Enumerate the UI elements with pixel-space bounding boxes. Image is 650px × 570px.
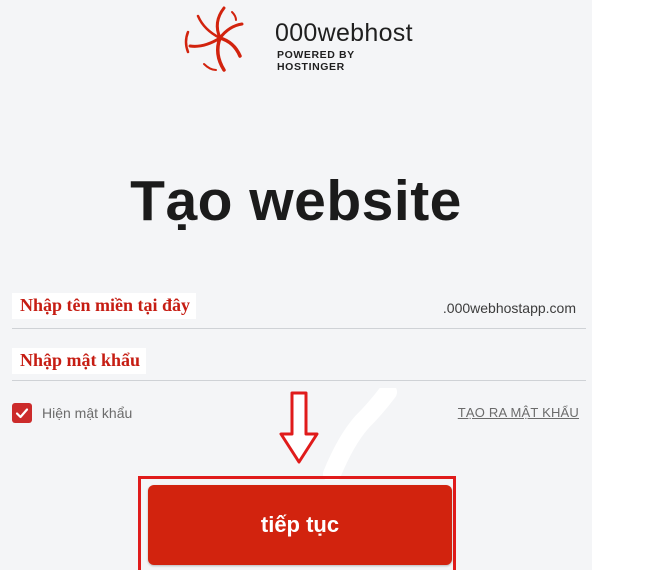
continue-button[interactable]: tiếp tục: [148, 485, 452, 565]
domain-suffix: .000webhostapp.com: [442, 300, 576, 316]
password-input[interactable]: Nhập mật khẩu: [12, 340, 586, 381]
white-brush-mark: [323, 388, 397, 480]
swirl-logo-icon: [184, 6, 244, 72]
brand-tagline: POWERED BY HOSTINGER: [277, 49, 355, 73]
generate-password-link[interactable]: TẠO RA MẬT KHẨU: [458, 405, 579, 420]
domain-input[interactable]: Nhập tên miền tại đây .000webhostapp.com: [12, 284, 586, 329]
down-arrow-icon: [279, 391, 319, 464]
domain-annotation: Nhập tên miền tại đây: [12, 293, 197, 319]
password-annotation: Nhập mật khẩu: [12, 348, 147, 374]
show-password-checkbox[interactable]: [12, 403, 32, 423]
checkmark-icon: [15, 408, 29, 419]
page-title: Tạo website: [130, 169, 462, 233]
brand-logo[interactable]: 000webhost POWERED BY HOSTINGER: [180, 2, 420, 74]
signup-panel: 000webhost POWERED BY HOSTINGER Tạo webs…: [0, 0, 592, 570]
show-password-label: Hiện mật khẩu: [42, 405, 133, 421]
brand-name: 000webhost: [275, 19, 413, 47]
